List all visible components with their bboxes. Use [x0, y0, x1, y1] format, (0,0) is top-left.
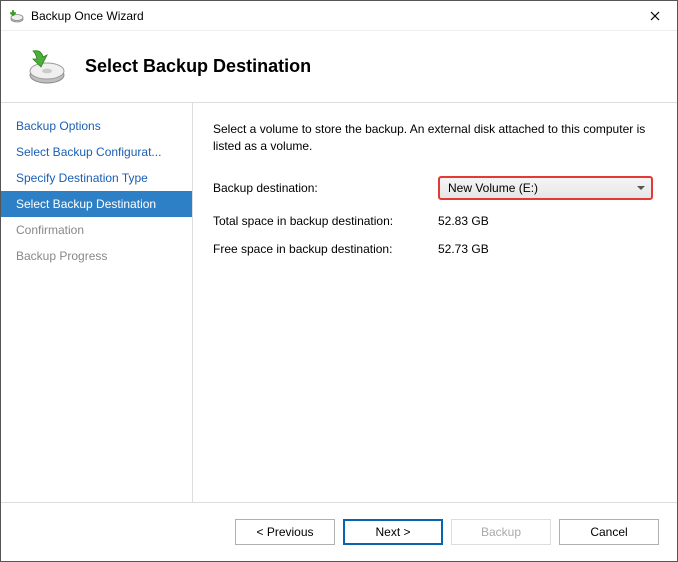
value-total-space: 52.83 GB — [438, 214, 653, 228]
instruction-text: Select a volume to store the backup. An … — [213, 121, 653, 156]
value-free-space: 52.73 GB — [438, 242, 653, 256]
step-select-backup-destination[interactable]: Select Backup Destination — [1, 191, 192, 217]
main-panel: Select a volume to store the backup. An … — [193, 103, 677, 502]
step-confirmation: Confirmation — [1, 217, 192, 243]
step-backup-options[interactable]: Backup Options — [1, 113, 192, 139]
close-button[interactable] — [633, 1, 677, 31]
step-backup-progress: Backup Progress — [1, 243, 192, 269]
window-title: Backup Once Wizard — [31, 9, 633, 23]
wizard-header: Select Backup Destination — [1, 31, 677, 103]
backup-button: Backup — [451, 519, 551, 545]
dropdown-selected-value: New Volume (E:) — [448, 181, 637, 195]
cancel-button[interactable]: Cancel — [559, 519, 659, 545]
label-free-space: Free space in backup destination: — [213, 242, 438, 256]
row-free-space: Free space in backup destination: 52.73 … — [213, 242, 653, 256]
backup-wizard-icon — [23, 45, 67, 89]
row-backup-destination: Backup destination: New Volume (E:) — [213, 176, 653, 200]
step-specify-destination-type[interactable]: Specify Destination Type — [1, 165, 192, 191]
wizard-window: Backup Once Wizard Select Backup Destina… — [0, 0, 678, 562]
backup-destination-dropdown[interactable]: New Volume (E:) — [438, 176, 653, 200]
label-backup-destination: Backup destination: — [213, 181, 438, 195]
step-select-backup-config[interactable]: Select Backup Configurat... — [1, 139, 192, 165]
wizard-body: Backup Options Select Backup Configurat.… — [1, 103, 677, 502]
wizard-footer: < Previous Next > Backup Cancel — [1, 503, 677, 561]
next-button[interactable]: Next > — [343, 519, 443, 545]
row-total-space: Total space in backup destination: 52.83… — [213, 214, 653, 228]
steps-sidebar: Backup Options Select Backup Configurat.… — [1, 103, 193, 502]
chevron-down-icon — [637, 186, 645, 190]
label-total-space: Total space in backup destination: — [213, 214, 438, 228]
previous-button[interactable]: < Previous — [235, 519, 335, 545]
titlebar: Backup Once Wizard — [1, 1, 677, 31]
close-icon — [650, 11, 660, 21]
app-icon — [9, 8, 25, 24]
page-title: Select Backup Destination — [85, 56, 311, 77]
